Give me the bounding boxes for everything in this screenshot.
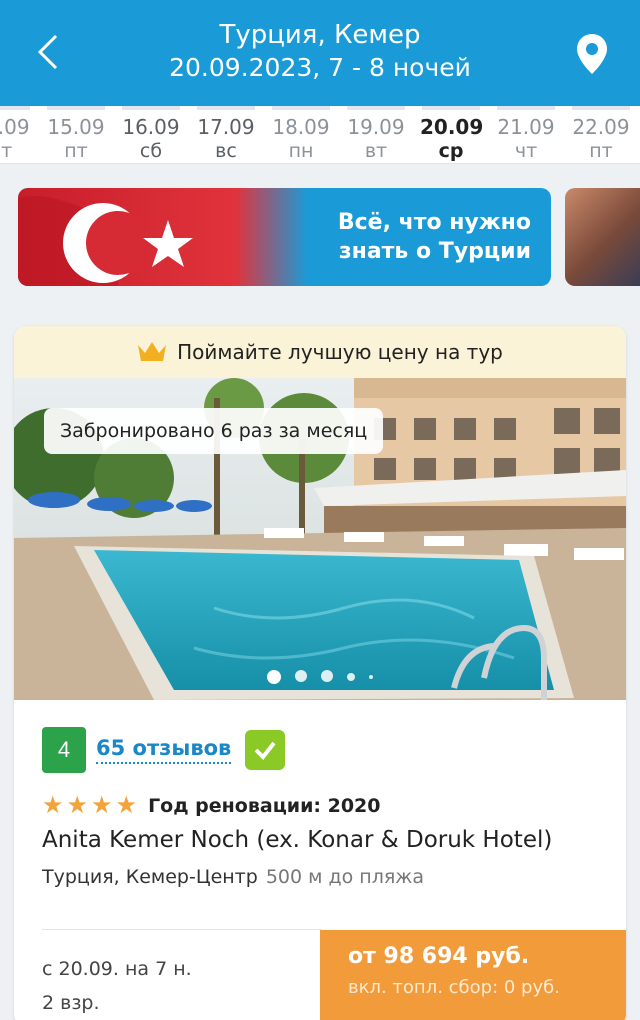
top-header: Турция, Кемер 20.09.2023, 7 - 8 ночей: [0, 0, 640, 106]
date-label: 18.09: [272, 115, 330, 139]
date-tab-indicator: [497, 106, 555, 110]
weekday-label: чт: [0, 140, 13, 162]
tour-price: от 98 694 руб.: [348, 944, 530, 969]
date-label: 17.09: [197, 115, 255, 139]
hotel-name[interactable]: Anita Kemer Noch (ex. Konar & Doruk Hote…: [42, 824, 626, 856]
star-icon: ★: [42, 792, 64, 819]
date-label: 20.09: [420, 115, 484, 139]
fuel-fee: вкл. топл. сбор: 0 руб.: [348, 977, 560, 998]
date-tab-indicator: [347, 106, 405, 110]
date-tab-indicator: [197, 106, 255, 110]
hotel-photo[interactable]: Забронировано 6 раз за месяц: [14, 378, 626, 700]
hotel-location: Турция, Кемер-Центр: [42, 866, 258, 888]
date-tab[interactable]: 17.09 вс: [195, 106, 257, 162]
divider: [42, 929, 322, 930]
back-button[interactable]: [28, 30, 68, 74]
date-label: 19.09: [347, 115, 405, 139]
photo-dot[interactable]: [295, 670, 307, 682]
rating-score: 4: [42, 727, 86, 773]
location-row: Турция, Кемер-Центр 500 м до пляжа: [42, 866, 424, 888]
weekday-label: чт: [514, 140, 538, 162]
chevron-left-icon: [37, 34, 58, 70]
verified-badge: [245, 730, 286, 770]
crown-icon: [138, 342, 167, 361]
tour-dates: с 20.09. на 7 н.: [42, 958, 192, 980]
date-tab-indicator: [0, 106, 30, 110]
date-tab-indicator: [47, 106, 105, 110]
photo-dot[interactable]: [267, 670, 281, 684]
check-icon: [254, 741, 276, 760]
stars-row: ★ ★ ★ ★ Год реновации: 2020: [42, 794, 381, 818]
map-button[interactable]: [574, 32, 610, 76]
weekday-label: пт: [64, 140, 88, 162]
date-label: 22.09: [572, 115, 630, 139]
map-pin-icon: [577, 34, 607, 74]
photo-dot[interactable]: [321, 670, 333, 682]
date-tab-indicator: [572, 106, 630, 110]
search-summary: 20.09.2023, 7 - 8 ночей: [169, 53, 471, 82]
star-icon: ★: [91, 792, 113, 819]
weekday-label: вс: [215, 140, 237, 162]
hotel-card[interactable]: Поймайте лучшую цену на тур Забронирован…: [14, 326, 626, 1020]
photo-dot[interactable]: [347, 673, 355, 681]
date-label: 16.09: [122, 115, 180, 139]
weekday-label: сб: [139, 140, 163, 162]
date-tab-indicator: [422, 106, 480, 110]
date-tab[interactable]: 20.09 ср: [420, 106, 484, 162]
date-tab[interactable]: 19.09 вт: [345, 106, 407, 162]
date-tab[interactable]: 15.09 пт: [45, 106, 107, 162]
date-label: 14.09: [0, 115, 30, 139]
photo-dot[interactable]: [369, 675, 373, 679]
date-tab-indicator: [122, 106, 180, 110]
tour-dates-info: с 20.09. на 7 н. 2 взр.: [42, 952, 192, 1020]
promo-text: Всё, что нужно знать о Турции: [337, 210, 531, 264]
date-tab-indicator: [272, 106, 330, 110]
best-price-text: Поймайте лучшую цену на тур: [177, 340, 503, 364]
price-button[interactable]: от 98 694 руб. вкл. топл. сбор: 0 руб.: [320, 930, 626, 1020]
renovation-year: Год реновации: 2020: [148, 795, 381, 817]
best-price-banner: Поймайте лучшую цену на тур: [14, 326, 626, 378]
star-icon: ★: [115, 792, 138, 819]
header-title-block: Турция, Кемер 20.09.2023, 7 - 8 ночей: [100, 18, 540, 84]
date-tab[interactable]: 16.09 сб: [120, 106, 182, 162]
date-label: 15.09: [47, 115, 105, 139]
turkey-info-banner[interactable]: Всё, что нужно знать о Турции: [18, 188, 551, 286]
weekday-label: ср: [438, 140, 464, 162]
weekday-label: пн: [288, 140, 314, 162]
rating-row: 4 65 отзывов: [42, 726, 286, 774]
date-tab[interactable]: 22.09 пт: [570, 106, 632, 162]
weekday-label: вт: [364, 140, 388, 162]
tour-guests: 2 взр.: [42, 992, 100, 1014]
beach-distance: 500 м до пляжа: [265, 866, 425, 888]
date-tab[interactable]: 18.09 пн: [270, 106, 332, 162]
booked-count-badge: Забронировано 6 раз за месяц: [44, 408, 384, 454]
turkey-flag-image: [18, 188, 308, 286]
page-title: Турция, Кемер: [219, 20, 421, 50]
photo-pagination: [14, 670, 626, 684]
promo-banner-2[interactable]: [565, 188, 640, 286]
date-label: 21.09: [497, 115, 555, 139]
reviews-link[interactable]: 65 отзывов: [96, 736, 232, 764]
star-icon: ★: [66, 792, 89, 819]
date-tab[interactable]: 21.09 чт: [495, 106, 557, 162]
date-selector: 14.09чт15.09пт16.09сб17.09вс18.09пн19.09…: [0, 106, 640, 164]
weekday-label: пт: [589, 140, 613, 162]
date-tab[interactable]: 14.09чт: [0, 106, 32, 162]
